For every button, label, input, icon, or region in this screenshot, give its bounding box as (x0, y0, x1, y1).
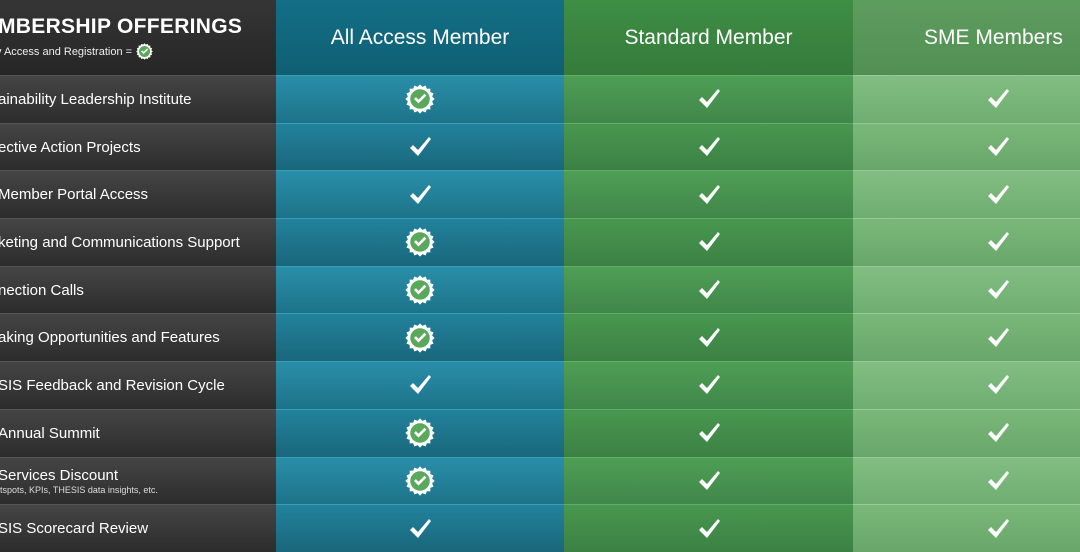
sme-cell (853, 265, 1080, 314)
column-header-all-access: All Access Member (276, 0, 564, 75)
feature-label: SIS Feedback and Revision Cycle (0, 376, 225, 394)
page-title: MBERSHIP OFFERINGS (0, 15, 243, 38)
certified-badge-icon (405, 418, 435, 448)
check-icon (408, 184, 432, 206)
all-access-cell (276, 170, 564, 219)
certified-badge-icon (405, 466, 435, 496)
all-access-cell (276, 313, 564, 362)
all-access-cell (276, 361, 564, 409)
feature-row-label: ective Action Projects (0, 122, 276, 171)
sme-cell (853, 122, 1080, 171)
check-icon (986, 279, 1010, 301)
sme-cell (853, 313, 1080, 362)
offerings-header: MBERSHIP OFFERINGS y Access and Registra… (0, 0, 276, 75)
check-icon (697, 231, 721, 253)
feature-row-label: Member Portal Access (0, 170, 276, 219)
legend-text: y Access and Registration = (0, 45, 133, 58)
all-access-cell (276, 408, 564, 457)
check-icon (697, 88, 721, 110)
sme-cell (853, 456, 1080, 505)
certified-badge-icon (405, 275, 435, 305)
feature-row-label: aking Opportunities and Features (0, 313, 276, 362)
feature-row-label: SIS Feedback and Revision Cycle (0, 361, 276, 409)
check-icon (986, 88, 1010, 110)
all-access-cell (276, 265, 564, 314)
membership-comparison-table: MBERSHIP OFFERINGS y Access and Registra… (0, 0, 1080, 552)
check-icon (697, 422, 721, 444)
check-icon (697, 374, 721, 396)
check-icon (986, 184, 1010, 206)
feature-sublabel: tspots, KPIs, THESIS data insights, etc. (0, 484, 158, 495)
all-access-cell (276, 122, 564, 171)
feature-row-label: keting and Communications Support (0, 218, 276, 266)
standard-cell (564, 218, 853, 266)
all-access-cell (276, 75, 564, 123)
standard-cell (564, 122, 853, 171)
check-icon (697, 136, 721, 158)
feature-row-label: ainability Leadership Institute (0, 75, 276, 123)
standard-cell (564, 504, 853, 552)
check-icon (986, 374, 1010, 396)
standard-cell (564, 313, 853, 362)
check-icon (986, 231, 1010, 253)
sme-cell (853, 218, 1080, 266)
standard-cell (564, 456, 853, 505)
sme-cell (853, 504, 1080, 552)
all-access-cell (276, 456, 564, 505)
check-icon (697, 470, 721, 492)
check-icon (697, 279, 721, 301)
check-icon (697, 518, 721, 540)
sme-cell (853, 170, 1080, 219)
standard-cell (564, 170, 853, 219)
feature-label: Annual Summit (0, 424, 100, 442)
check-icon (986, 422, 1010, 444)
check-icon (986, 470, 1010, 492)
feature-label: SIS Scorecard Review (0, 520, 149, 538)
sme-cell (853, 361, 1080, 409)
feature-label: keting and Communications Support (0, 233, 240, 251)
column-header-standard: Standard Member (564, 0, 853, 75)
certified-badge-icon (136, 43, 153, 60)
standard-cell (564, 408, 853, 457)
check-icon (697, 327, 721, 349)
standard-cell (564, 265, 853, 314)
sme-cell (853, 408, 1080, 457)
feature-row-label: Annual Summit (0, 408, 276, 457)
all-access-cell (276, 504, 564, 552)
feature-label: ective Action Projects (0, 138, 141, 156)
check-icon (986, 518, 1010, 540)
check-icon (408, 374, 432, 396)
check-icon (408, 518, 432, 540)
feature-label: ainability Leadership Institute (0, 90, 192, 108)
check-icon (408, 136, 432, 158)
check-icon (986, 327, 1010, 349)
check-icon (697, 184, 721, 206)
certified-badge-icon (405, 84, 435, 114)
legend: y Access and Registration = (0, 43, 153, 60)
standard-cell (564, 361, 853, 409)
feature-row-label: nection Calls (0, 265, 276, 314)
check-icon (986, 136, 1010, 158)
feature-label: Services Discount (0, 466, 119, 484)
column-header-sme: SME Members (853, 0, 1080, 75)
feature-label: nection Calls (0, 281, 84, 299)
feature-row-label: Services Discount tspots, KPIs, THESIS da… (0, 456, 276, 505)
sme-cell (853, 75, 1080, 123)
feature-label: Member Portal Access (0, 186, 149, 204)
certified-badge-icon (405, 227, 435, 258)
feature-row-label: SIS Scorecard Review (0, 504, 276, 552)
feature-label: aking Opportunities and Features (0, 329, 220, 347)
all-access-cell (276, 218, 564, 266)
certified-badge-icon (405, 323, 435, 353)
standard-cell (564, 75, 853, 123)
